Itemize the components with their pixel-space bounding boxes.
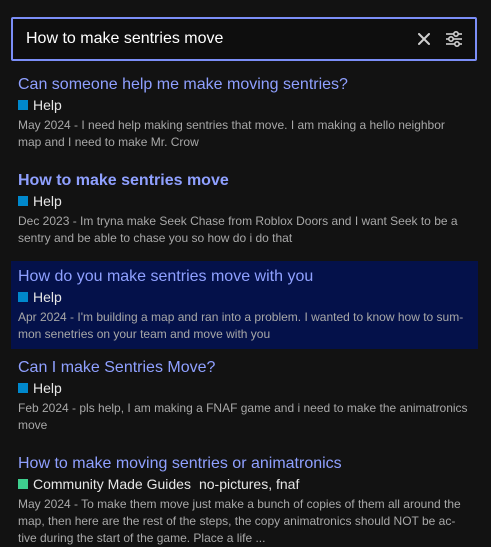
result-title-link[interactable]: How to make moving sentries or animatron… xyxy=(18,454,470,474)
result-excerpt: Feb 2024 - pls help, I am making a FNAF … xyxy=(18,400,470,434)
excerpt-line: map and I need to make Mr. Crow xyxy=(18,135,199,149)
result-category[interactable]: Help xyxy=(33,380,62,396)
category-color-icon xyxy=(18,479,28,489)
result-meta: Community Made Guides no-pictures, fnaf xyxy=(18,475,470,493)
excerpt-line: mon senetries on your team and move with… xyxy=(18,327,271,341)
result-excerpt: Apr 2024 - I'm building a map and ran in… xyxy=(18,309,470,343)
result-title-link[interactable]: Can someone help me make moving sentries… xyxy=(18,75,470,95)
result-title-link[interactable]: How to make sentries move xyxy=(18,171,470,191)
category-color-icon xyxy=(18,196,28,206)
result-category[interactable]: Help xyxy=(33,193,62,209)
result-title-link[interactable]: Can I make Sentries Move? xyxy=(18,358,470,378)
search-input[interactable] xyxy=(13,19,410,59)
search-result[interactable]: How to make moving sentries or animatron… xyxy=(11,448,478,547)
excerpt-line: move xyxy=(18,418,48,432)
search-filter-button[interactable] xyxy=(440,25,468,53)
result-title-link[interactable]: How do you make sentries move with you xyxy=(18,267,470,287)
excerpt-line: map, then here are the rest of the steps… xyxy=(18,514,456,528)
excerpt-line: May 2024 - To make them move just make a… xyxy=(18,497,461,511)
category-color-icon xyxy=(18,383,28,393)
sliders-icon xyxy=(446,31,462,47)
result-excerpt: Dec 2023 - Im tryna make Seek Chase from… xyxy=(18,213,470,247)
search-results-list: Can someone help me make moving sentries… xyxy=(11,69,478,547)
search-result[interactable]: Can someone help me make moving sentries… xyxy=(11,69,478,157)
excerpt-line: Feb 2024 - pls help, I am making a FNAF … xyxy=(18,401,468,415)
result-meta: Help xyxy=(18,96,470,114)
category-color-icon xyxy=(18,292,28,302)
close-icon xyxy=(418,33,430,45)
result-meta: Help xyxy=(18,192,470,210)
category-color-icon xyxy=(18,100,28,110)
result-meta: Help xyxy=(18,379,470,397)
result-category[interactable]: Community Made Guides xyxy=(33,476,191,492)
excerpt-line: tive during the start of the game. Place… xyxy=(18,531,266,545)
result-excerpt: May 2024 - To make them move just make a… xyxy=(18,496,470,547)
search-result[interactable]: How to make sentries move Help Dec 2023 … xyxy=(11,165,478,253)
excerpt-line: May 2024 - I need help making sentries t… xyxy=(18,118,445,132)
result-category[interactable]: Help xyxy=(33,289,62,305)
search-bar xyxy=(11,17,477,61)
result-category[interactable]: Help xyxy=(33,97,62,113)
search-result-highlighted[interactable]: How do you make sentries move with you H… xyxy=(11,261,478,349)
result-excerpt: May 2024 - I need help making sentries t… xyxy=(18,117,470,151)
result-meta: Help xyxy=(18,288,470,306)
excerpt-line: Apr 2024 - I'm building a map and ran in… xyxy=(18,310,464,324)
excerpt-line: sentry and be able to chase you so how d… xyxy=(18,231,293,245)
search-result[interactable]: Can I make Sentries Move? Help Feb 2024 … xyxy=(11,352,478,440)
search-panel: Can someone help me make moving sentries… xyxy=(0,0,491,547)
excerpt-line: Dec 2023 - Im tryna make Seek Chase from… xyxy=(18,214,458,228)
result-tags[interactable]: no-pictures, fnaf xyxy=(199,476,299,492)
clear-search-button[interactable] xyxy=(410,25,438,53)
